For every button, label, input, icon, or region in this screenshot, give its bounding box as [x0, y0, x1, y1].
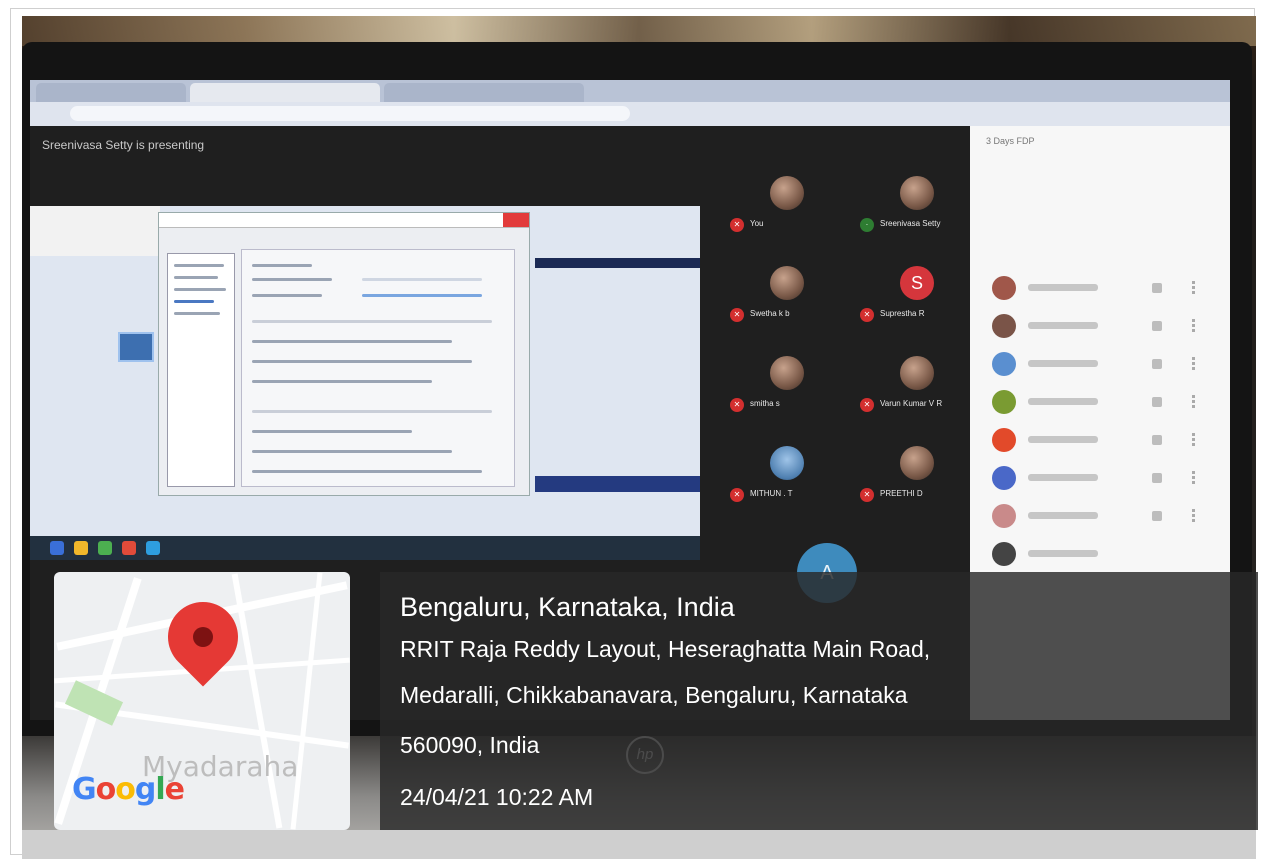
avatar — [992, 390, 1016, 414]
participant-name: MITHUN . T — [750, 489, 793, 498]
mic-off-icon: ✕ — [730, 308, 744, 322]
browser-tab[interactable] — [36, 83, 186, 102]
avatar — [992, 542, 1016, 566]
photo-bottom-edge — [22, 830, 1256, 859]
location-timestamp: 24/04/21 10:22 AM — [400, 784, 594, 810]
more-icon[interactable] — [1192, 471, 1195, 485]
participant-name: Varun Kumar V R — [880, 399, 943, 408]
map-thumbnail: Myadaraha Google — [54, 572, 350, 830]
participant-tile[interactable]: ✕ Varun Kumar V R — [860, 356, 980, 416]
participant-tile[interactable]: · Sreenivasa Setty — [860, 176, 980, 236]
participant-tile[interactable]: S ✕ Suprestha R — [860, 266, 980, 326]
participant-name: Suprestha R — [880, 309, 925, 318]
presenting-text: Sreenivasa Setty is presenting — [42, 138, 205, 152]
avatar — [992, 352, 1016, 376]
avatar — [770, 266, 804, 300]
mic-icon[interactable] — [1152, 435, 1162, 445]
app-toolbar — [30, 206, 160, 256]
mic-off-icon: ✕ — [730, 398, 744, 412]
participant-row[interactable] — [992, 314, 1222, 340]
mic-icon[interactable] — [1152, 359, 1162, 369]
sidebar-title: 3 Days FDP — [986, 136, 1035, 146]
mic-off-icon: ✕ — [860, 308, 874, 322]
participant-tile[interactable]: ✕ Swetha k b — [730, 266, 850, 326]
participant-row[interactable] — [992, 352, 1222, 378]
participant-tile[interactable]: ✕ You — [730, 176, 850, 236]
participant-row[interactable] — [992, 276, 1222, 302]
shared-screen — [30, 206, 700, 560]
avatar-letter: S — [900, 266, 934, 300]
map-pin-center — [193, 627, 213, 647]
location-city: Bengaluru, Karnataka, India — [400, 592, 735, 622]
participant-row[interactable] — [992, 542, 1222, 568]
participant-name: smitha s — [750, 399, 780, 408]
mic-icon[interactable] — [1152, 397, 1162, 407]
avatar — [900, 446, 934, 480]
location-address-line3: 560090, India — [400, 732, 540, 758]
participant-name: You — [750, 219, 764, 228]
url-field[interactable] — [70, 106, 630, 121]
avatar — [900, 356, 934, 390]
avatar — [992, 314, 1016, 338]
mic-icon[interactable] — [1152, 321, 1162, 331]
avatar — [992, 428, 1016, 452]
more-icon[interactable] — [1192, 433, 1195, 447]
location-info-overlay: Bengaluru, Karnataka, India RRIT Raja Re… — [380, 572, 1258, 830]
participant-row[interactable] — [992, 466, 1222, 492]
browser-tab-bar — [30, 80, 1230, 102]
more-icon[interactable] — [1192, 395, 1195, 409]
mic-icon[interactable] — [1152, 283, 1162, 293]
browser-tab[interactable] — [384, 83, 584, 102]
google-logo: Google — [72, 772, 185, 807]
dialog-tree — [167, 253, 235, 487]
avatar — [992, 276, 1016, 300]
more-icon[interactable] — [1192, 357, 1195, 371]
participant-row[interactable] — [992, 428, 1222, 454]
map-road — [231, 573, 283, 829]
mic-off-icon: ✕ — [860, 488, 874, 502]
settings-dialog — [158, 212, 530, 496]
avatar — [770, 446, 804, 480]
mic-icon[interactable] — [1152, 511, 1162, 521]
mic-off-icon: ✕ — [860, 398, 874, 412]
avatar — [770, 176, 804, 210]
participant-name: Swetha k b — [750, 309, 790, 318]
dialog-title — [159, 213, 529, 228]
dialog-pane — [241, 249, 515, 487]
location-address-line1: RRIT Raja Reddy Layout, Heseraghatta Mai… — [400, 636, 931, 662]
map-road — [290, 572, 323, 830]
participant-tile[interactable]: ✕ smitha s — [730, 356, 850, 416]
more-icon[interactable] — [1192, 509, 1195, 523]
mic-off-icon: ✕ — [730, 488, 744, 502]
avatar — [992, 466, 1016, 490]
windows-taskbar — [30, 536, 700, 560]
participant-name: Sreenivasa Setty — [880, 219, 941, 228]
mic-on-icon: · — [860, 218, 874, 232]
mic-icon[interactable] — [1152, 473, 1162, 483]
avatar — [992, 504, 1016, 528]
participant-tile[interactable]: ✕ PREETHI D — [860, 446, 980, 506]
avatar — [900, 176, 934, 210]
app-titlebar — [535, 258, 700, 268]
mic-off-icon: ✕ — [730, 218, 744, 232]
participant-tile[interactable]: ✕ MITHUN . T — [730, 446, 850, 506]
participant-row[interactable] — [992, 390, 1222, 416]
participant-row[interactable] — [992, 504, 1222, 530]
desktop-icon — [118, 332, 154, 362]
browser-tab-active[interactable] — [190, 83, 380, 102]
avatar — [770, 356, 804, 390]
more-icon[interactable] — [1192, 281, 1195, 295]
address-bar — [30, 102, 1230, 126]
more-icon[interactable] — [1192, 319, 1195, 333]
app-statusbar — [535, 476, 700, 492]
close-icon[interactable] — [503, 213, 529, 227]
location-address-line2: Medaralli, Chikkabanavara, Bengaluru, Ka… — [400, 682, 908, 708]
participant-name: PREETHI D — [880, 489, 923, 498]
